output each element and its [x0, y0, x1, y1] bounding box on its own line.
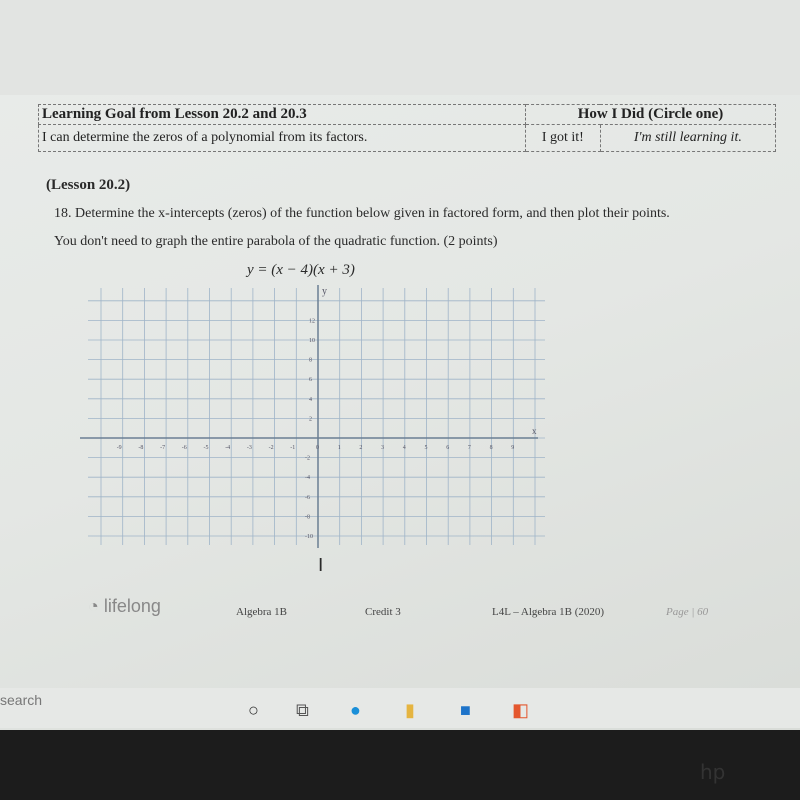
x-tick-label: 7: [468, 445, 471, 451]
x-tick-label: 2: [359, 445, 362, 451]
taskbar-search[interactable]: search: [0, 692, 42, 708]
coordinate-grid[interactable]: xy-9 -8 -7 -6 -5 -4 -3 -2 -1 0 1 2 3 4 5 6 7 8 9-10-8-6-4-…: [80, 280, 560, 550]
cortana-icon[interactable]: ○: [248, 700, 259, 721]
x-axis-label: x: [532, 426, 537, 436]
x-tick-label: 6: [446, 445, 449, 451]
task-view-icon[interactable]: ⧉: [296, 700, 309, 721]
footer-page: Page | 60: [666, 606, 709, 618]
x-tick-label: 8: [490, 445, 493, 451]
file-explorer-icon[interactable]: ▮: [405, 700, 415, 721]
x-tick-label: -3: [247, 445, 252, 451]
x-tick-label: 5: [425, 445, 428, 451]
x-tick-label: -4: [225, 445, 230, 451]
x-tick-label: -1: [290, 445, 295, 451]
hp-logo-icon: hp: [700, 760, 726, 784]
y-tick-label: 6: [309, 377, 312, 383]
x-tick-label: 4: [403, 445, 406, 451]
goal-text: I can determine the zeros of a polynomia…: [38, 124, 526, 152]
logo-text: lifelong: [103, 596, 161, 616]
x-tick-label: -5: [204, 445, 209, 451]
y-tick-label: -10: [305, 534, 313, 540]
y-tick-label: -4: [305, 475, 310, 481]
y-tick-label: 10: [309, 338, 315, 344]
store-icon[interactable]: ■: [460, 700, 471, 721]
screen: Learning Goal from Lesson 20.2 and 20.3 …: [0, 0, 800, 730]
x-tick-label: 3: [381, 445, 384, 451]
goal-header: Learning Goal from Lesson 20.2 and 20.3: [38, 104, 526, 125]
how-i-did-header: How I Did (Circle one): [525, 104, 776, 125]
edge-icon[interactable]: ●: [350, 700, 361, 721]
y-tick-label: -6: [305, 495, 310, 501]
x-tick-label: 1: [338, 445, 341, 451]
lesson-label: (Lesson 20.2): [46, 177, 131, 193]
x-tick-label: -8: [138, 445, 143, 451]
learning-goal-table: Learning Goal from Lesson 20.2 and 20.3 …: [38, 104, 777, 152]
y-tick-label: -2: [305, 456, 310, 462]
y-tick-label: 8: [309, 358, 312, 364]
y-tick-label: -8: [305, 514, 310, 520]
lifelong-logo: ◔ lifelong: [88, 596, 161, 616]
option-still-learning[interactable]: I'm still learning it.: [599, 124, 777, 152]
question-text: 18. Determine the x-intercepts (zeros) o…: [54, 206, 670, 221]
footer-doc: L4L – Algebra 1B (2020): [492, 606, 605, 618]
x-tick-label: -9: [117, 445, 122, 451]
option-got-it[interactable]: I got it!: [525, 124, 601, 152]
x-tick-label: -2: [269, 445, 274, 451]
viewer-top-area: [0, 0, 800, 95]
equation: y = (x − 4)(x + 3): [247, 262, 355, 278]
footer-course: Algebra 1B: [236, 606, 288, 618]
office-icon[interactable]: ◧: [512, 700, 529, 721]
question-text-2: You don't need to graph the entire parab…: [54, 234, 498, 249]
y-tick-label: 12: [309, 318, 315, 324]
y-axis-label: y: [322, 286, 327, 297]
y-tick-label: 2: [309, 416, 312, 422]
x-tick-label: -6: [182, 445, 187, 451]
taskbar: search: [0, 688, 800, 728]
x-tick-label: -7: [160, 445, 165, 451]
y-tick-label: 4: [309, 397, 312, 403]
footer-credit: Credit 3: [365, 606, 401, 618]
x-tick-label: 0: [316, 445, 319, 451]
x-tick-label: 9: [511, 445, 514, 451]
text-cursor-icon: I: [318, 555, 324, 576]
